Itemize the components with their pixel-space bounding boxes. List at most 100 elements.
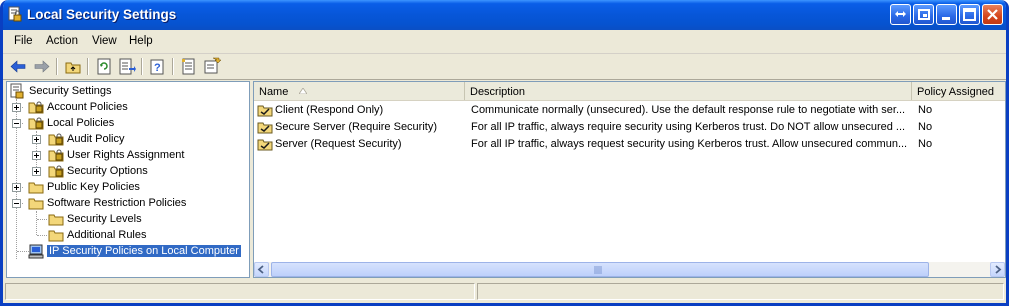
cell-name: Client (Respond Only) (275, 104, 384, 116)
forward-arrow-icon[interactable] (32, 57, 52, 76)
table-row[interactable]: Server (Request Security) For all IP tra… (254, 136, 1005, 153)
folder-icon (28, 182, 44, 194)
menu-action[interactable]: Action (46, 35, 78, 47)
column-header-bar: Name Description Policy Assigned (254, 82, 1005, 101)
column-header-name[interactable]: Name (254, 82, 465, 100)
toolbar-separator (172, 58, 174, 75)
minimize-icon (942, 17, 950, 20)
tree-node-label: Software Restriction Policies (47, 197, 187, 209)
refresh-icon[interactable] (94, 57, 114, 76)
tree-node-label: Audit Policy (67, 133, 125, 145)
restore-left-right-button[interactable] (890, 4, 911, 25)
toolbar-separator (56, 58, 58, 75)
locked-folder-icon (48, 165, 64, 178)
maximize-icon (963, 8, 976, 21)
locked-folder-icon (48, 149, 64, 162)
window-mode-button[interactable] (913, 4, 934, 25)
column-header-label: Description (470, 86, 526, 98)
swap-arrows-icon (895, 11, 906, 17)
column-header-label: Policy Assigned (917, 86, 995, 98)
export-list-icon[interactable] (117, 57, 137, 76)
tree-node-label: Security Options (67, 165, 148, 177)
details-list-pane[interactable]: Name Description Policy Assigned Client … (253, 81, 1006, 278)
grip-icon (594, 266, 602, 274)
cell-description: Communicate normally (unsecured). Use th… (471, 104, 906, 116)
folder-icon (48, 230, 64, 242)
tree-node-label: Security Settings (29, 85, 112, 97)
horizontal-scrollbar[interactable] (254, 262, 1005, 277)
menu-help[interactable]: Help (129, 35, 153, 47)
tree-node-label: Local Policies (47, 117, 115, 129)
svg-text:?: ? (154, 62, 161, 74)
computer-icon (28, 244, 44, 259)
cell-name: Server (Request Security) (275, 138, 402, 150)
expand-plus-icon[interactable] (12, 103, 21, 112)
ip-policy-icon (257, 122, 273, 134)
locked-folder-icon (28, 117, 44, 130)
tree-connector (36, 211, 38, 235)
collapse-minus-icon[interactable] (12, 119, 21, 128)
sort-ascending-icon (299, 88, 307, 94)
folder-icon (48, 214, 64, 226)
close-button[interactable] (982, 4, 1003, 25)
security-settings-icon (10, 83, 24, 99)
status-panel-secondary (477, 283, 1004, 300)
chevron-right-icon (995, 265, 1002, 274)
folder-icon (28, 198, 44, 210)
scroll-right-button[interactable] (990, 262, 1005, 277)
title-bar[interactable]: Local Security Settings (3, 0, 1006, 30)
expand-plus-icon[interactable] (32, 151, 41, 160)
cell-policy-assigned: No (918, 104, 933, 116)
collapse-minus-icon[interactable] (12, 199, 21, 208)
tree-node-label: Additional Rules (67, 229, 147, 241)
window-title: Local Security Settings (27, 7, 177, 22)
locked-folder-icon (48, 133, 64, 146)
expand-plus-icon[interactable] (32, 135, 41, 144)
toolbar-separator (87, 58, 89, 75)
locked-folder-icon (28, 101, 44, 114)
tree-node-label: IP Security Policies on Local Computer (47, 245, 241, 257)
back-arrow-icon[interactable] (8, 57, 28, 76)
properties-icon[interactable] (179, 57, 199, 76)
close-icon (987, 9, 998, 20)
toolbar-separator (141, 58, 143, 75)
main-window: Local Security Settings File Action View… (0, 0, 1009, 306)
tree-node-label: Account Policies (47, 101, 128, 113)
ip-policy-icon (257, 139, 273, 151)
menu-bar: File Action View Help (3, 30, 1006, 54)
minimize-button[interactable] (936, 4, 957, 25)
table-row[interactable]: Client (Respond Only) Communicate normal… (254, 102, 1005, 119)
tree-pane[interactable]: Security Settings Account Policies Local… (6, 81, 250, 278)
up-one-level-icon[interactable] (63, 57, 83, 76)
column-header-label: Name (259, 86, 289, 98)
tree-node-label: Public Key Policies (47, 181, 140, 193)
cell-description: For all IP traffic, always require secur… (471, 121, 906, 133)
ip-policy-icon (257, 105, 273, 117)
local-security-settings-app-icon[interactable] (7, 6, 23, 23)
toolbar: ? (3, 54, 1006, 80)
chevron-left-icon (257, 265, 264, 274)
table-row[interactable]: Secure Server (Require Security) For all… (254, 119, 1005, 136)
tree-connector (37, 235, 47, 237)
tree-node-label: Security Levels (67, 213, 142, 225)
maximize-button[interactable] (959, 4, 980, 25)
cell-name: Secure Server (Require Security) (275, 121, 438, 133)
scrollbar-thumb[interactable] (271, 262, 929, 277)
help-icon[interactable]: ? (148, 57, 168, 76)
tree-node-label: User Rights Assignment (67, 149, 185, 161)
status-panel-main (5, 283, 475, 300)
menu-view[interactable]: View (92, 35, 117, 47)
column-header-description[interactable]: Description (465, 82, 912, 100)
cell-policy-assigned: No (918, 121, 933, 133)
cell-policy-assigned: No (918, 138, 933, 150)
window-mode-icon (918, 9, 930, 20)
menu-file[interactable]: File (14, 35, 33, 47)
scroll-left-button[interactable] (254, 262, 269, 277)
import-policy-icon[interactable] (202, 57, 222, 76)
column-header-policy-assigned[interactable]: Policy Assigned (912, 82, 1005, 100)
expand-plus-icon[interactable] (12, 183, 21, 192)
status-bar (3, 280, 1006, 303)
cell-description: For all IP traffic, always request secur… (471, 138, 908, 150)
tree-connector (37, 219, 47, 221)
expand-plus-icon[interactable] (32, 167, 41, 176)
